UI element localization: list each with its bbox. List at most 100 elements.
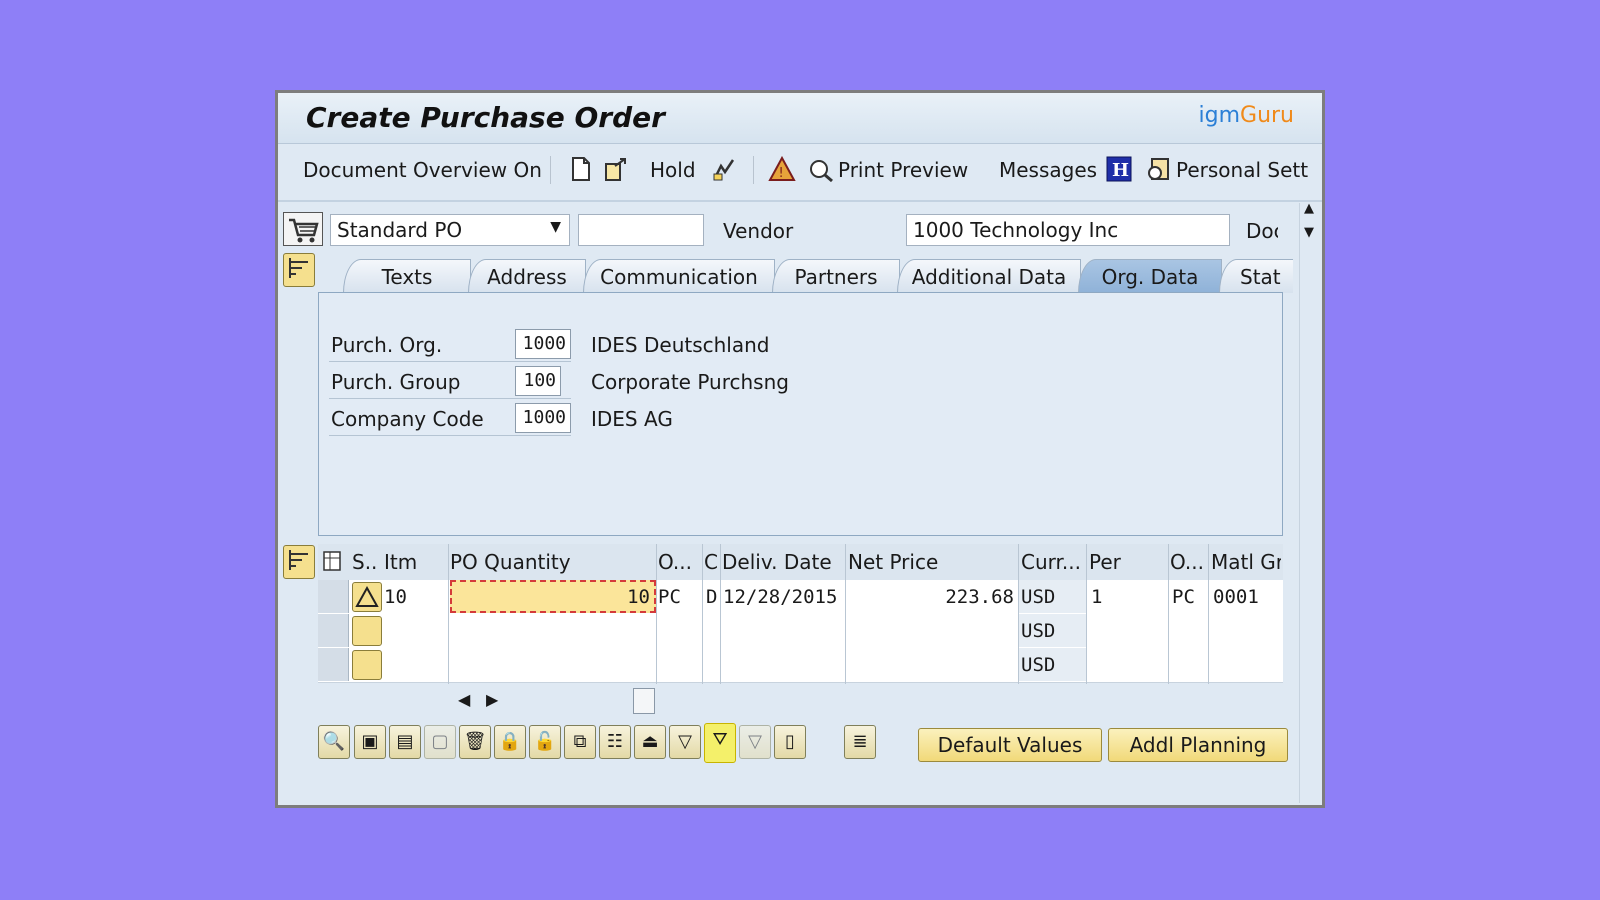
delivery-date[interactable]: 12/28/2015 (723, 586, 837, 608)
horizontal-scrollbar[interactable]: ◀ ▶ (318, 684, 1283, 718)
col-matl-group[interactable]: Matl Grp (1211, 550, 1281, 574)
hold-button[interactable]: Hold (650, 158, 696, 182)
row-selector[interactable] (318, 648, 349, 681)
col-item[interactable]: Itm (384, 550, 444, 574)
item-overview-table: S.. Itm PO Quantity O... C Deliv. Date N… (318, 544, 1283, 720)
company-code-input[interactable]: 1000 (515, 403, 571, 433)
divider (329, 398, 571, 399)
unlock-icon[interactable]: 🔓 (529, 725, 561, 759)
item-number[interactable]: 10 (384, 586, 407, 608)
scroll-left-icon[interactable]: ◀ (458, 690, 470, 709)
company-code-label: Company Code (331, 407, 484, 431)
scroll-down-icon[interactable]: ▼ (1304, 225, 1314, 240)
select-all-icon[interactable]: ▣ (354, 725, 386, 759)
print-preview-button[interactable]: Print Preview (838, 158, 968, 182)
col-net-price[interactable]: Net Price (848, 550, 1008, 574)
purch-org-description: IDES Deutschland (591, 333, 770, 357)
tab-additional-data[interactable]: Additional Data (897, 259, 1081, 293)
scroll-thumb[interactable] (633, 688, 655, 714)
po-number-input[interactable] (578, 214, 704, 246)
tab-communication[interactable]: Communication (583, 259, 775, 293)
column-divider (720, 544, 721, 684)
org-data-panel: Purch. Org. 1000 IDES Deutschland Purch.… (318, 292, 1283, 536)
row-selector[interactable] (318, 580, 349, 613)
col-order-price-unit[interactable]: O... (1170, 550, 1210, 574)
table-settings-icon[interactable] (322, 550, 344, 572)
duplicate-icon[interactable]: ⧉ (564, 725, 596, 759)
col-order-unit[interactable]: O... (658, 550, 702, 574)
scroll-up-icon[interactable]: ▲ (1304, 201, 1314, 216)
new-document-icon[interactable] (568, 156, 594, 182)
c-indicator[interactable]: D (706, 586, 717, 608)
copy-icon[interactable]: ▢ (424, 725, 456, 759)
column-divider (1086, 544, 1087, 684)
col-per[interactable]: Per (1089, 550, 1169, 574)
warning-messages-icon[interactable]: ! (768, 155, 796, 182)
delete-icon[interactable]: 🗑 (459, 725, 491, 759)
order-unit[interactable]: PC (658, 586, 681, 608)
personal-settings-button[interactable]: Personal Sett (1176, 158, 1308, 182)
collapse-items-icon[interactable] (283, 545, 315, 579)
personal-settings-icon[interactable] (1146, 156, 1172, 182)
document-type-select[interactable]: Standard PO ▼ (330, 214, 570, 246)
tab-status[interactable]: Stat (1219, 259, 1293, 293)
split-icon[interactable]: ☷ (599, 725, 631, 759)
sort-icon[interactable]: ⏏ (634, 725, 666, 759)
col-status[interactable]: S.. (352, 550, 382, 574)
material-group[interactable]: 0001 (1213, 586, 1259, 608)
other-document-icon[interactable] (603, 156, 629, 182)
status-icon[interactable] (352, 616, 382, 646)
po-quantity-value: 10 (627, 586, 650, 608)
col-po-quantity[interactable]: PO Quantity (450, 550, 650, 574)
vendor-label: Vendor (723, 219, 794, 243)
set-filter-icon[interactable]: ⛛ (704, 723, 736, 763)
row-selector[interactable] (318, 614, 349, 647)
vendor-input[interactable]: 1000 Technology Inc (906, 214, 1230, 246)
purch-org-input[interactable]: 1000 (515, 329, 571, 359)
warning-status-icon[interactable] (352, 582, 382, 612)
vertical-scrollbar[interactable]: ▲ ▼ (1299, 201, 1322, 803)
order-price-unit[interactable]: PC (1172, 586, 1195, 608)
tab-address[interactable]: Address (468, 259, 586, 293)
print-preview-icon[interactable] (808, 156, 834, 183)
tab-texts[interactable]: Texts (343, 259, 471, 293)
table-row[interactable]: USD (318, 648, 1283, 683)
col-deliv-date[interactable]: Deliv. Date (722, 550, 842, 574)
messages-button[interactable]: Messages (999, 158, 1097, 182)
column-divider (448, 544, 449, 684)
filter-icon[interactable]: ▽ (669, 725, 701, 759)
list-icon[interactable]: ≣ (844, 725, 876, 759)
status-icon[interactable] (352, 650, 382, 680)
table-row[interactable]: USD (318, 614, 1283, 649)
chevron-down-icon[interactable]: ▼ (550, 219, 561, 235)
divider (329, 361, 571, 362)
currency: USD (1021, 586, 1056, 608)
net-price[interactable]: 223.68 (878, 586, 1014, 608)
delete-filter-icon[interactable]: ▽ (739, 725, 771, 759)
tab-partners[interactable]: Partners (772, 259, 900, 293)
collapse-header-icon[interactable] (283, 253, 315, 287)
price-unit[interactable]: 1 (1091, 586, 1102, 608)
toolbar-separator (753, 156, 754, 184)
help-info-icon[interactable]: H (1106, 156, 1132, 182)
default-values-button[interactable]: Default Values (918, 728, 1102, 762)
shopping-cart-icon[interactable] (283, 212, 323, 246)
title-bar: Create Purchase Order igmGuru (278, 93, 1322, 144)
table-row[interactable]: 10 10 PC D 12/28/2015 223.68 USD 1 PC 00… (318, 580, 1283, 615)
po-quantity-input[interactable]: 10 (450, 580, 656, 613)
lock-icon[interactable]: 🔒 (494, 725, 526, 759)
tab-org-data[interactable]: Org. Data (1078, 259, 1222, 293)
document-icon[interactable]: ▯ (774, 725, 806, 759)
column-divider (845, 544, 846, 684)
check-icon[interactable] (711, 156, 737, 182)
col-c[interactable]: C (704, 550, 724, 574)
document-overview-button[interactable]: Document Overview On (303, 158, 542, 182)
deselect-all-icon[interactable]: ▤ (389, 725, 421, 759)
document-type-value: Standard PO (337, 218, 463, 242)
divider (329, 435, 571, 436)
item-details-icon[interactable]: 🔍 (318, 725, 350, 759)
purch-group-input[interactable]: 100 (515, 366, 561, 396)
addl-planning-button[interactable]: Addl Planning (1108, 728, 1288, 762)
scroll-right-icon[interactable]: ▶ (486, 690, 498, 709)
col-currency[interactable]: Curr... (1021, 550, 1087, 574)
